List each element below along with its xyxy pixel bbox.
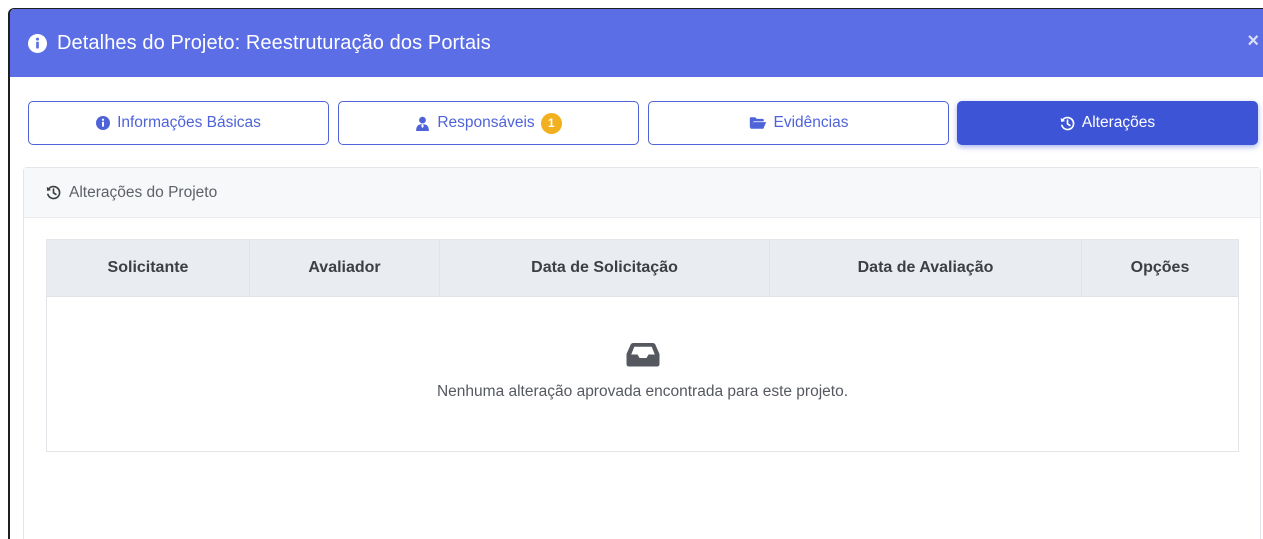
changes-panel: Alterações do Projeto Solicitante Avalia… [23, 167, 1261, 539]
column-header-data-solicitacao: Data de Solicitação [440, 240, 770, 296]
folder-open-icon [749, 116, 767, 130]
column-header-avaliador: Avaliador [250, 240, 440, 296]
history-icon [46, 185, 61, 200]
tab-bar: Informações Básicas Responsáveis 1 Evidê… [28, 101, 1263, 147]
close-button[interactable]: × [1247, 31, 1259, 51]
tab-alteracoes[interactable]: Alterações [957, 101, 1258, 145]
user-tie-icon [415, 116, 430, 131]
column-header-data-avaliacao: Data de Avaliação [770, 240, 1082, 296]
empty-state: Nenhuma alteração aprovada encontrada pa… [47, 297, 1238, 451]
empty-message: Nenhuma alteração aprovada encontrada pa… [436, 382, 849, 400]
modal-header: Detalhes do Projeto: Reestruturação dos … [10, 9, 1263, 77]
panel-title: Alterações do Projeto [69, 183, 218, 201]
tab-label: Evidências [773, 114, 849, 131]
panel-header: Alterações do Projeto [24, 168, 1260, 218]
changes-table: Solicitante Avaliador Data de Solicitaçã… [46, 239, 1239, 452]
tab-label: Informações Básicas [117, 114, 261, 131]
inbox-icon [626, 342, 660, 367]
column-header-opcoes: Opções [1130, 259, 1190, 276]
tab-responsaveis[interactable]: Responsáveis 1 [338, 101, 639, 145]
project-details-modal: Detalhes do Projeto: Reestruturação dos … [8, 8, 1263, 539]
history-icon [1060, 116, 1075, 131]
info-circle-icon [96, 116, 111, 130]
tab-label: Alterações [1081, 114, 1156, 131]
modal-title: Detalhes do Projeto: Reestruturação dos … [57, 31, 491, 54]
column-header-solicitante: Solicitante [47, 240, 250, 296]
count-badge: 1 [540, 112, 562, 134]
tab-label: Responsáveis [437, 114, 535, 131]
table-header: Solicitante Avaliador Data de Solicitaçã… [47, 240, 1238, 297]
tab-evidencias[interactable]: Evidências [648, 101, 949, 145]
tab-informacoes-basicas[interactable]: Informações Básicas [28, 101, 329, 145]
info-circle-icon [28, 33, 47, 53]
